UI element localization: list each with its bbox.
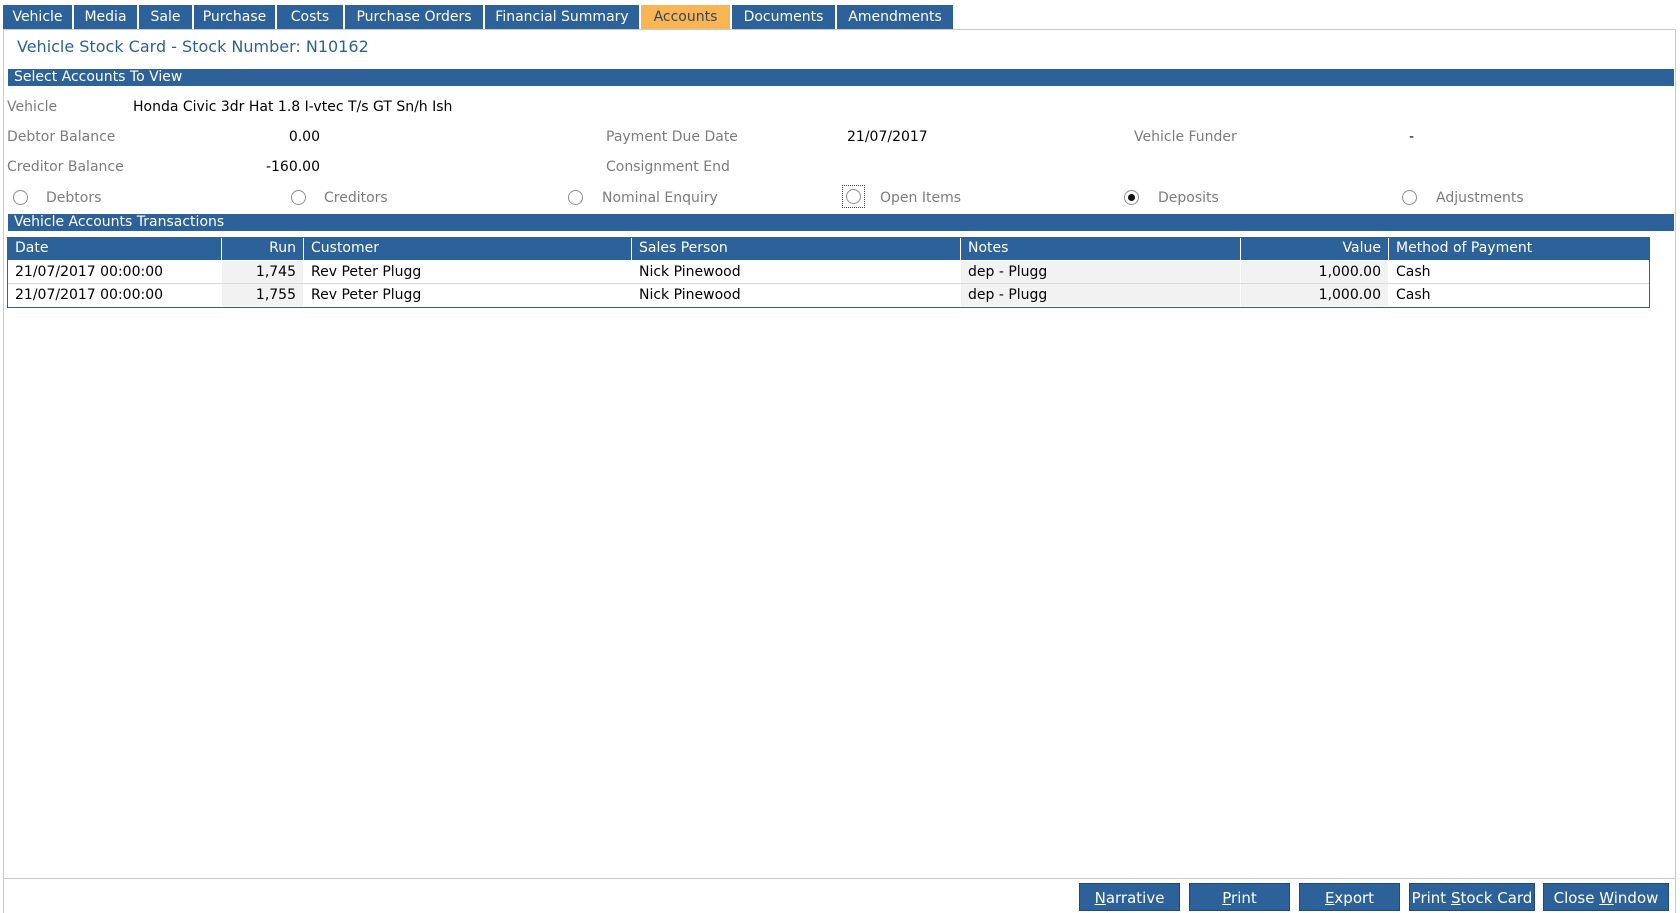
export-label: xport xyxy=(1334,889,1375,907)
column-header-customer[interactable]: Customer xyxy=(304,238,631,260)
tab-amendments[interactable]: Amendments xyxy=(837,5,953,29)
tab-costs[interactable]: Costs xyxy=(277,5,343,29)
open-items-radio-label[interactable]: Open Items xyxy=(880,190,961,206)
deposits-radio-label[interactable]: Deposits xyxy=(1158,190,1219,206)
payment-due-date-label: Payment Due Date xyxy=(606,129,738,145)
nominal-enquiry-radio-label[interactable]: Nominal Enquiry xyxy=(602,190,718,206)
table-row[interactable]: 21/07/2017 00:00:00 1,745 Rev Peter Plug… xyxy=(8,261,1649,284)
print-stock-card-label-before: Print xyxy=(1411,889,1451,907)
cell-sales-person: Nick Pinewood xyxy=(639,264,741,280)
creditor-balance-value: -160.00 xyxy=(265,159,320,175)
tab-documents[interactable]: Documents xyxy=(732,5,835,29)
tab-vehicle[interactable]: Vehicle xyxy=(3,5,72,29)
tab-financial-summary[interactable]: Financial Summary xyxy=(485,5,639,29)
cell-value: 1,000.00 xyxy=(1241,284,1388,306)
adjustments-radio-label[interactable]: Adjustments xyxy=(1436,190,1524,206)
payment-due-date-value: 21/07/2017 xyxy=(847,129,928,145)
cell-customer: Rev Peter Plugg xyxy=(311,264,422,280)
cell-date: 21/07/2017 00:00:00 xyxy=(15,287,164,303)
deposits-radio[interactable] xyxy=(1124,190,1139,205)
column-header-method-of-payment[interactable]: Method of Payment xyxy=(1389,238,1650,260)
narrative-accesskey: N xyxy=(1094,889,1106,907)
creditors-radio-label[interactable]: Creditors xyxy=(324,190,388,206)
table-row[interactable]: 21/07/2017 00:00:00 1,755 Rev Peter Plug… xyxy=(8,284,1649,307)
close-window-label-before: Close xyxy=(1553,889,1600,907)
print-label: rint xyxy=(1231,889,1257,907)
creditors-radio[interactable] xyxy=(291,190,306,205)
cell-run: 1,755 xyxy=(222,284,303,306)
cell-value: 1,000.00 xyxy=(1241,261,1388,283)
tab-sale[interactable]: Sale xyxy=(139,5,192,29)
cell-notes: dep - Plugg xyxy=(961,261,1240,283)
column-header-date[interactable]: Date xyxy=(8,238,221,260)
column-header-sales-person[interactable]: Sales Person xyxy=(632,238,960,260)
column-header-notes[interactable]: Notes xyxy=(961,238,1240,260)
narrative-button[interactable]: Narrative xyxy=(1079,883,1180,911)
print-stock-card-label-after: tock Card xyxy=(1460,889,1533,907)
footer-divider xyxy=(3,878,1676,879)
tab-purchase[interactable]: Purchase xyxy=(194,5,275,29)
debtor-balance-value: 0.00 xyxy=(288,129,320,145)
open-items-radio[interactable] xyxy=(846,189,861,204)
creditor-balance-label: Creditor Balance xyxy=(7,159,124,175)
tab-bar: Vehicle Media Sale Purchase Costs Purcha… xyxy=(3,5,953,29)
page-title: Vehicle Stock Card - Stock Number: N1016… xyxy=(17,37,369,56)
consignment-end-label: Consignment End xyxy=(606,159,730,175)
transactions-header: Vehicle Accounts Transactions xyxy=(8,214,1674,231)
column-header-value[interactable]: Value xyxy=(1241,238,1388,260)
close-window-button[interactable]: Close Window xyxy=(1543,883,1669,911)
print-stock-card-button[interactable]: Print Stock Card xyxy=(1409,883,1535,911)
tab-media[interactable]: Media xyxy=(74,5,137,29)
vehicle-value: Honda Civic 3dr Hat 1.8 I-vtec T/s GT Sn… xyxy=(133,99,453,115)
transactions-grid: Date Run Customer Sales Person Notes Val… xyxy=(7,237,1650,308)
close-window-accesskey: W xyxy=(1599,889,1614,907)
vehicle-funder-label: Vehicle Funder xyxy=(1134,129,1237,145)
cell-customer: Rev Peter Plugg xyxy=(311,287,422,303)
debtors-radio-label[interactable]: Debtors xyxy=(46,190,101,206)
debtors-radio[interactable] xyxy=(13,190,28,205)
grid-header-row: Date Run Customer Sales Person Notes Val… xyxy=(8,238,1650,260)
print-accesskey: P xyxy=(1222,889,1232,907)
vehicle-funder-value: - xyxy=(1409,129,1415,145)
debtor-balance-label: Debtor Balance xyxy=(7,129,116,145)
cell-method-of-payment: Cash xyxy=(1396,287,1431,303)
export-button[interactable]: Export xyxy=(1299,883,1400,911)
adjustments-radio[interactable] xyxy=(1402,190,1417,205)
cell-method-of-payment: Cash xyxy=(1396,264,1431,280)
cell-date: 21/07/2017 00:00:00 xyxy=(15,264,164,280)
tab-accounts[interactable]: Accounts xyxy=(641,5,730,29)
column-header-run[interactable]: Run xyxy=(222,238,303,260)
cell-sales-person: Nick Pinewood xyxy=(639,287,741,303)
close-window-label-after: indow xyxy=(1613,889,1659,907)
tab-purchase-orders[interactable]: Purchase Orders xyxy=(345,5,483,29)
cell-run: 1,745 xyxy=(222,261,303,283)
vehicle-label: Vehicle xyxy=(7,99,58,115)
print-button[interactable]: Print xyxy=(1189,883,1290,911)
cell-notes: dep - Plugg xyxy=(961,284,1240,306)
nominal-enquiry-radio[interactable] xyxy=(568,190,583,205)
select-accounts-header: Select Accounts To View xyxy=(8,69,1674,86)
narrative-label: arrative xyxy=(1105,889,1165,907)
export-accesskey: E xyxy=(1324,889,1335,907)
